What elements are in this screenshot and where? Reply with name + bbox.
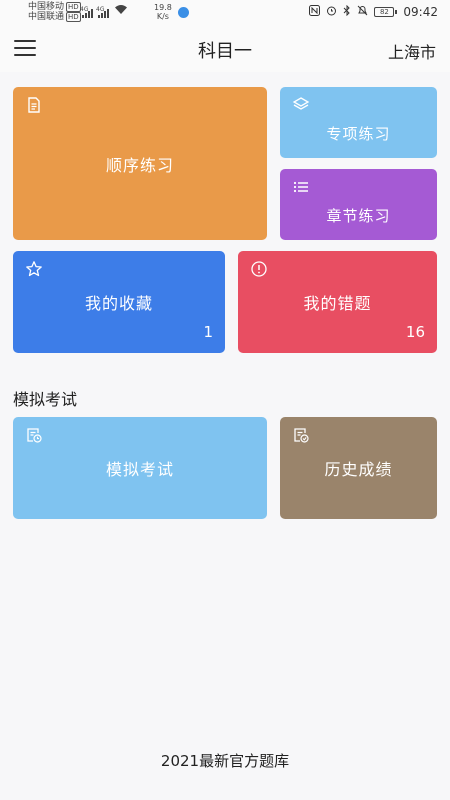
special-practice-label: 专项练习 <box>326 125 391 143</box>
carrier-2-name: 中国联通 <box>28 12 65 22</box>
footer-caption: 2021最新官方题库 <box>160 752 290 770</box>
special-practice-button[interactable]: 专项练习 <box>280 87 437 158</box>
clock: 09:42 <box>403 5 438 19</box>
list-icon <box>293 181 308 193</box>
speed-value: 19.8 <box>154 3 172 12</box>
alarm-icon <box>326 5 337 19</box>
carrier-1: 中国移动 HD <box>28 2 81 12</box>
app-header: 科目一 上海市 <box>0 26 450 72</box>
network-type-1: 4G <box>80 6 89 13</box>
page-title: 科目一 <box>198 41 252 62</box>
battery-icon: 82 <box>374 7 398 17</box>
battery-level: 82 <box>374 7 395 17</box>
my-mistakes-label: 我的错题 <box>303 294 372 313</box>
carrier-2: 中国联通 HD <box>28 12 81 22</box>
nfc-icon <box>309 5 321 19</box>
my-favorites-label: 我的收藏 <box>84 294 153 313</box>
sequential-practice-button[interactable]: 顺序练习 <box>13 87 267 240</box>
mistakes-count: 16 <box>405 323 425 341</box>
carrier-1-name: 中国移动 <box>28 2 65 12</box>
network-speed: 19.8 K/s <box>154 3 172 21</box>
exam-clock-icon <box>27 428 42 443</box>
speed-unit: K/s <box>156 12 169 21</box>
document-icon <box>28 97 40 113</box>
mock-exam-label: 模拟考试 <box>105 460 174 479</box>
history-report-icon <box>294 428 309 443</box>
mute-icon <box>357 5 368 19</box>
sequential-practice-label: 顺序练习 <box>105 155 174 175</box>
network-type-2: 4G <box>96 6 105 13</box>
carrier-info: 中国移动 HD 中国联通 HD <box>28 2 81 22</box>
hd-badge: HD <box>66 12 81 22</box>
signal-1-icon: 4G <box>80 6 93 18</box>
chapter-practice-label: 章节练习 <box>326 207 391 225</box>
my-mistakes-button[interactable]: 我的错题 16 <box>238 251 437 353</box>
my-favorites-button[interactable]: 我的收藏 1 <box>13 251 225 353</box>
bluetooth-icon <box>343 4 351 19</box>
status-bar: 中国移动 HD 中国联通 HD 4G 4G 19.8 K/s 82 09:42 <box>0 0 450 26</box>
favorites-count: 1 <box>203 323 213 341</box>
app-notification-icon <box>178 7 189 18</box>
signal-2-icon: 4G <box>96 6 109 18</box>
signal-indicators: 4G 4G <box>80 4 128 18</box>
city-selector[interactable]: 上海市 <box>388 39 436 63</box>
wifi-icon <box>114 4 128 18</box>
history-scores-button[interactable]: 历史成绩 <box>280 417 437 519</box>
status-right: 82 09:42 <box>309 4 438 19</box>
chapter-practice-button[interactable]: 章节练习 <box>280 169 437 240</box>
history-scores-label: 历史成绩 <box>324 460 393 479</box>
exam-section-title: 模拟考试 <box>13 390 78 409</box>
layers-icon <box>292 97 310 110</box>
star-icon <box>26 261 42 277</box>
alert-circle-icon <box>251 261 267 277</box>
hd-badge: HD <box>66 2 81 12</box>
mock-exam-button[interactable]: 模拟考试 <box>13 417 267 519</box>
